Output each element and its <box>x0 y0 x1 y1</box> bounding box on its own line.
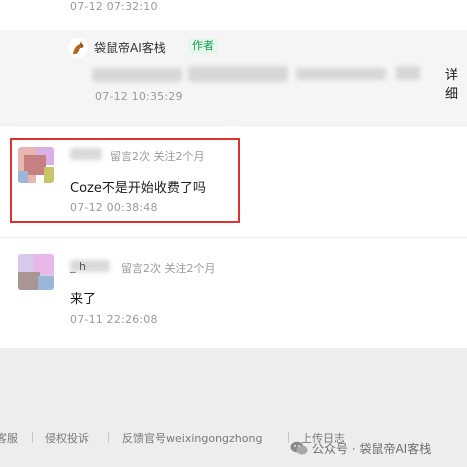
comment-card: _ h 留言2次 关注2个月 来了 07-11 22:26:08 <box>0 238 467 348</box>
kangaroo-logo-icon <box>68 38 88 58</box>
blurred-reply-text <box>188 66 288 82</box>
highlight-box <box>10 138 240 223</box>
blurred-reply-text <box>92 68 182 82</box>
wechat-watermark: 公众号 · 袋鼠帝AI客栈 <box>290 439 431 457</box>
blurred-reply-text <box>296 68 386 80</box>
author-avatar <box>68 38 88 58</box>
footer-link-feedback[interactable]: 反馈官号weixingongzhong <box>122 430 262 446</box>
footer-link-service[interactable]: 客服 <box>0 430 18 446</box>
comment-meta: 留言2次 关注2个月 <box>121 262 216 275</box>
blurred-reply-text <box>396 66 420 80</box>
comment-time: 07-11 22:26:08 <box>70 313 158 326</box>
reply-text-visible: 详细 <box>445 68 459 102</box>
author-reply: 袋鼠帝AI客栈 作者 详细 07-12 10:35:29 <box>0 30 467 125</box>
wechat-icon <box>290 441 308 455</box>
comment-username-suffix: _ h <box>70 260 86 273</box>
avatar[interactable] <box>18 254 54 290</box>
watermark-text: 公众号 · 袋鼠帝AI客栈 <box>312 441 432 456</box>
footer-divider <box>108 432 109 443</box>
comment-time: 07-12 07:32:10 <box>70 0 158 13</box>
author-badge: 作者 <box>188 38 218 54</box>
footer: 客服 侵权投诉 反馈官号weixingongzhong 上传日志 公众号 · 袋… <box>0 349 467 467</box>
footer-link-infringement[interactable]: 侵权投诉 <box>45 430 89 446</box>
comment-card: 留言2次 关注2个月 Coze不是开始收费了吗 07-12 00:38:48 <box>0 126 467 237</box>
comment-text: 来了 <box>70 292 97 307</box>
comment-card-top: 07-12 07:32:10 <box>0 0 467 30</box>
footer-divider <box>288 432 289 443</box>
reply-time: 07-12 10:35:29 <box>95 90 183 103</box>
reply-author-name[interactable]: 袋鼠帝AI客栈 <box>94 39 166 56</box>
footer-divider <box>32 432 33 443</box>
